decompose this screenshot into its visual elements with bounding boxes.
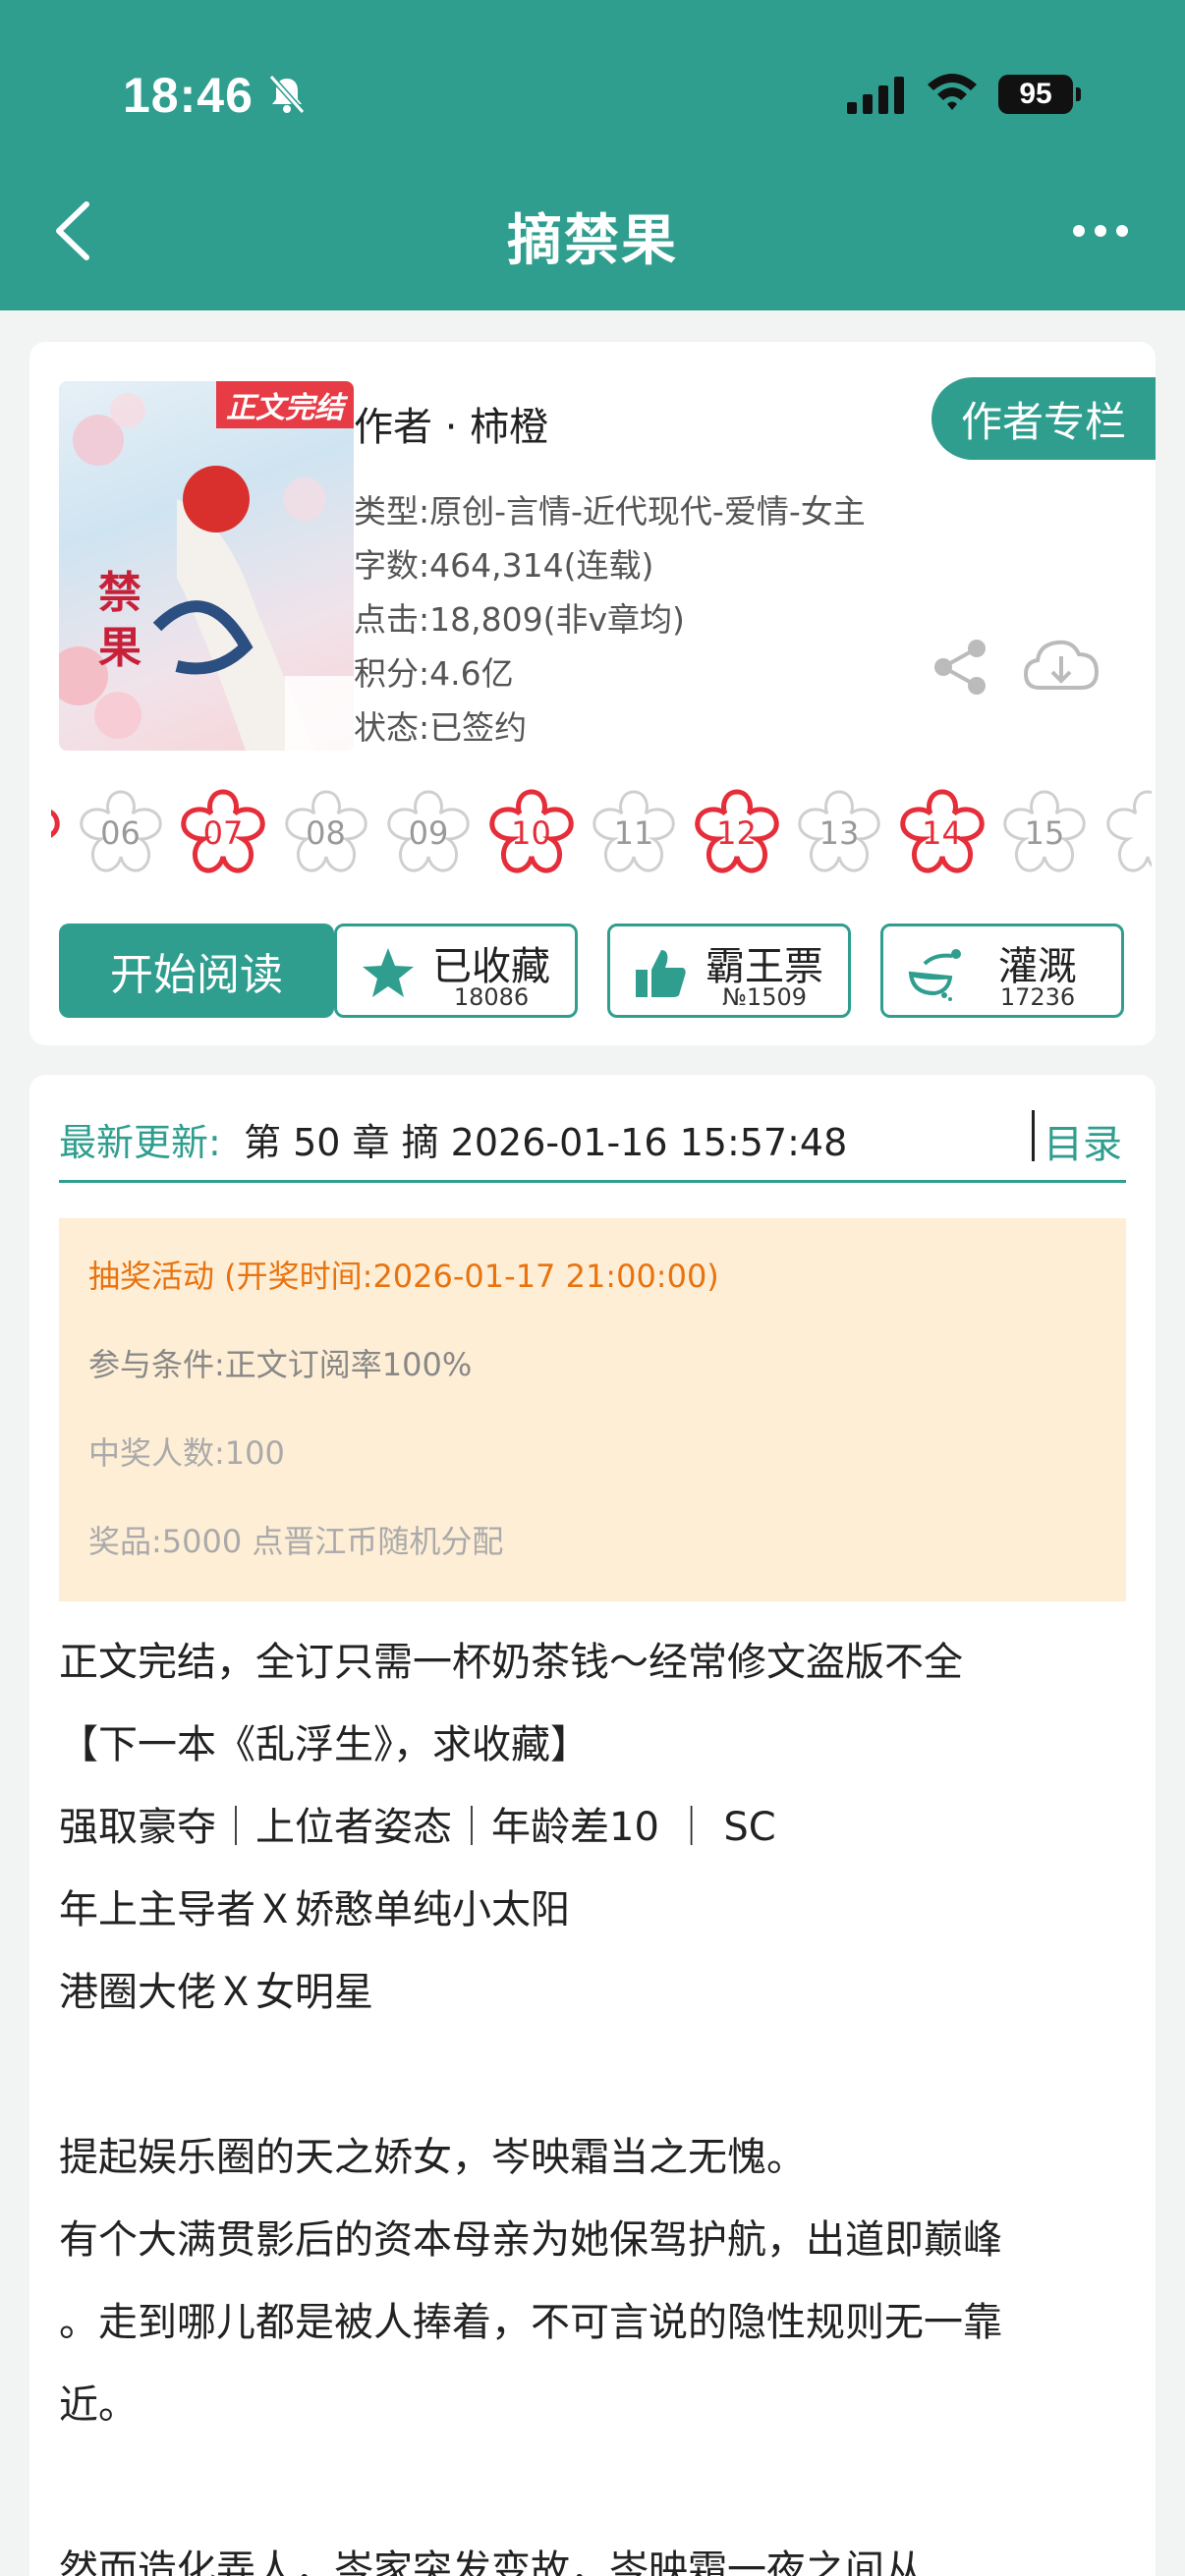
lottery-panel[interactable]: 抽奖活动 (开奖时间:2026-01-17 21:00:00) 参与条件:正文订… xyxy=(59,1218,1126,1601)
share-icon[interactable] xyxy=(930,637,990,698)
cover-badge: 正文完结 xyxy=(216,381,354,428)
calendar-day-number: 13 xyxy=(818,814,860,852)
cover-title-1: 禁 xyxy=(98,568,141,618)
ticket-count: №1509 xyxy=(721,983,808,1011)
divider xyxy=(1032,1110,1035,1161)
water-button[interactable]: 灌溉 17236 xyxy=(880,924,1124,1018)
calendar-day-number: 08 xyxy=(306,814,346,852)
calendar-day: 13 xyxy=(790,784,888,882)
calendar-day-number: 12 xyxy=(716,814,757,852)
author-name[interactable]: 作者 · 柿橙 xyxy=(354,395,548,452)
calendar-day: 06 xyxy=(72,784,170,882)
book-clicks: 点击:18,809(非v章均) xyxy=(354,600,685,639)
cover-art: 禁 果 xyxy=(59,393,354,751)
status-time: 18:46 xyxy=(123,68,254,123)
calendar-day-number xyxy=(51,784,67,882)
description-line: 年上主导者Ｘ娇憨单纯小太阳 xyxy=(59,1887,570,1932)
battery-indicator: 95 xyxy=(998,75,1081,114)
lottery-prize: 奖品:5000 点晋江币随机分配 xyxy=(88,1523,504,1560)
calendar-day-number xyxy=(1099,784,1153,882)
description-line: 然而造化弄人，岑家突发变故，岑映霜一夜之间从 xyxy=(59,2548,924,2576)
book-cover[interactable]: 禁 果 正文完结 xyxy=(59,381,354,751)
more-icon[interactable] xyxy=(1071,218,1130,244)
signal-icon xyxy=(847,77,904,114)
calendar-day xyxy=(51,784,67,882)
collect-button[interactable]: 已收藏 18086 xyxy=(334,924,578,1018)
latest-update-text[interactable]: 第 50 章 摘 2026-01-16 15:57:48 xyxy=(244,1112,847,1166)
latest-update-row[interactable]: 最新更新: 第 50 章 摘 2026-01-16 15:57:48 目录 xyxy=(59,1104,1126,1183)
book-info-card: 禁 果 正文完结 作者 · 柿橙 作者专栏 类型:原创-言情-近代现代-爱情-女… xyxy=(29,342,1156,1045)
book-status: 状态:已签约 xyxy=(354,708,528,747)
book-description: 正文完结，全订只需一杯奶茶钱～经常修文盗版不全 【下一本《乱浮生》，求收藏】 强… xyxy=(59,1621,1140,2576)
calendar-day: 15 xyxy=(995,784,1094,882)
calendar-day: 08 xyxy=(277,784,375,882)
top-bar: 18:46 95 摘禁果 xyxy=(0,0,1185,310)
watering-can-icon xyxy=(908,949,961,1001)
description-line: 近。 xyxy=(59,2382,138,2428)
start-reading-button[interactable]: 开始阅读 xyxy=(59,924,334,1018)
star-icon xyxy=(363,948,414,997)
calendar-day-number: 14 xyxy=(922,814,962,852)
lottery-title: 抽奖活动 (开奖时间:2026-01-17 21:00:00) xyxy=(88,1258,719,1295)
book-score: 积分:4.6亿 xyxy=(354,654,514,693)
calendar-day-number: 11 xyxy=(613,814,654,852)
description-line xyxy=(59,2446,1140,2529)
calendar-day: 10 xyxy=(482,784,581,882)
calendar-day-number: 06 xyxy=(100,814,141,852)
download-icon[interactable] xyxy=(1022,635,1100,698)
calendar-day-number: 15 xyxy=(1024,814,1065,852)
book-word-count: 字数:464,314(连载) xyxy=(354,546,654,585)
update-calendar: 06 07 08 09 10 11 12 13 14 15 xyxy=(51,784,1152,882)
cover-title-2: 果 xyxy=(98,623,141,673)
calendar-day: 09 xyxy=(379,784,478,882)
calendar-day-number: 10 xyxy=(511,814,551,852)
description-line xyxy=(59,2034,1140,2116)
detail-card: 最新更新: 第 50 章 摘 2026-01-16 15:57:48 目录 抽奖… xyxy=(29,1075,1156,2576)
lottery-condition: 参与条件:正文订阅率100% xyxy=(88,1346,473,1383)
bell-off-icon xyxy=(268,75,306,114)
calendar-day: 11 xyxy=(585,784,683,882)
description-line: 【下一本《乱浮生》，求收藏】 xyxy=(59,1722,590,1767)
page-title: 摘禁果 xyxy=(507,209,678,273)
calendar-day-number: 07 xyxy=(202,814,244,852)
description-line: 提起娱乐圈的天之娇女，岑映霜当之无愧。 xyxy=(59,2135,806,2180)
toc-link[interactable]: 目录 xyxy=(1044,1112,1122,1169)
calendar-day: 07 xyxy=(174,784,272,882)
calendar-day-number: 09 xyxy=(408,814,449,852)
description-line: 强取豪夺｜上位者姿态｜年龄差10 ｜ SC xyxy=(59,1805,776,1850)
calendar-day: 12 xyxy=(688,784,786,882)
author-column-button[interactable]: 作者专栏 xyxy=(931,377,1156,460)
lottery-winners: 中奖人数:100 xyxy=(88,1434,285,1472)
description-line: 有个大满贯影后的资本母亲为她保驾护航，出道即巅峰 xyxy=(59,2217,1002,2263)
collect-count: 18086 xyxy=(453,983,530,1011)
calendar-day xyxy=(1099,784,1153,882)
wifi-icon xyxy=(928,74,977,110)
thumbs-up-icon xyxy=(636,950,686,997)
water-count: 17236 xyxy=(999,983,1076,1011)
description-line: 港圈大佬Ｘ女明星 xyxy=(59,1970,373,2015)
calendar-day: 14 xyxy=(893,784,991,882)
book-type: 类型:原创-言情-近代现代-爱情-女主 xyxy=(354,492,866,531)
description-line: 。走到哪儿都是被人捧着，不可言说的隐性规则无一靠 xyxy=(59,2300,1002,2345)
description-line: 正文完结，全订只需一杯奶茶钱～经常修文盗版不全 xyxy=(59,1640,963,1685)
latest-update-label: 最新更新: xyxy=(59,1121,221,1164)
ticket-button[interactable]: 霸王票 №1509 xyxy=(607,924,851,1018)
